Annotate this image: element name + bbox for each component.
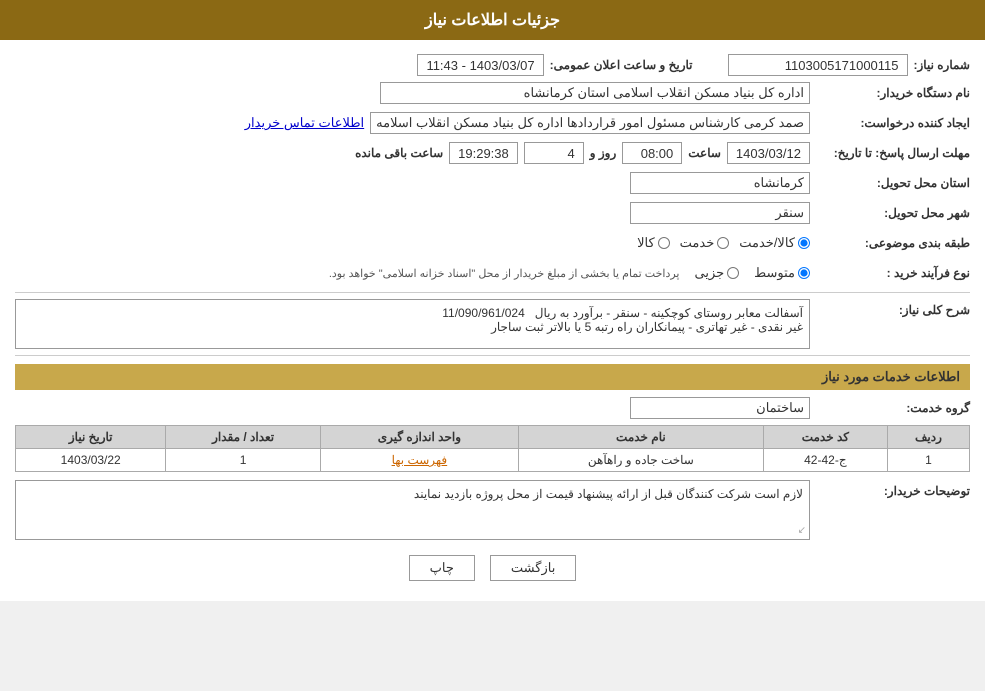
back-button[interactable]: بازگشت — [490, 555, 576, 581]
deadline-remaining-label: ساعت باقی مانده — [355, 146, 443, 160]
deadline-day-label: روز و — [590, 146, 617, 160]
table-header-date: تاریخ نیاز — [16, 426, 166, 449]
cell-quantity: 1 — [166, 449, 320, 472]
creator-label: ایجاد کننده درخواست: — [810, 116, 970, 130]
process-jozvi-option[interactable]: جزیی — [694, 265, 739, 281]
deadline-time: 08:00 — [622, 142, 682, 164]
cell-row-num: 1 — [887, 449, 969, 472]
category-kala-option[interactable]: کالا — [637, 235, 670, 251]
buyer-comments-row: توضیحات خریدار: لازم است شرکت کنندگان قب… — [15, 480, 970, 540]
process-jozvi-label: جزیی — [694, 265, 724, 281]
process-note: پرداخت تمام یا بخشی از مبلغ خریدار از مح… — [329, 267, 680, 280]
table-row: 1 ج-42-42 ساخت جاده و راهآهن فهرست بها 1… — [16, 449, 970, 472]
need-number-value: 1103005171000115 — [728, 54, 908, 76]
needs-desc-value: آسفالت معابر روستای کوچکینه - سنقر - برآ… — [15, 299, 810, 349]
category-kala-label: کالا — [637, 235, 655, 251]
deadline-label: مهلت ارسال پاسخ: تا تاریخ: — [810, 146, 970, 160]
cell-unit[interactable]: فهرست بها — [320, 449, 518, 472]
buyer-org-label: نام دستگاه خریدار: — [810, 86, 970, 100]
deadline-time-label: ساعت — [688, 146, 721, 160]
cell-service-code: ج-42-42 — [763, 449, 887, 472]
top-info-row: شماره نیاز: 1103005171000115 تاریخ و ساع… — [15, 54, 970, 76]
needs-desc-label: شرح کلی نیاز: — [810, 299, 970, 317]
needs-desc-row: شرح کلی نیاز: آسفالت معابر روستای کوچکین… — [15, 299, 970, 349]
process-label: نوع فرآیند خرید : — [810, 266, 970, 280]
category-row: طبقه بندی موضوعی: کالا/خدمت خدمت کالا — [15, 230, 970, 256]
category-kala-khadamat-label: کالا/خدمت — [739, 235, 795, 251]
deadline-days: 4 — [524, 142, 584, 164]
category-khadamat-radio[interactable] — [717, 237, 729, 249]
category-label: طبقه بندی موضوعی: — [810, 236, 970, 250]
table-header-quantity: تعداد / مقدار — [166, 426, 320, 449]
province-value: کرمانشاه — [630, 172, 810, 194]
province-label: استان محل تحویل: — [810, 176, 970, 190]
city-label: شهر محل تحویل: — [810, 206, 970, 220]
city-row: شهر محل تحویل: سنقر — [15, 200, 970, 226]
process-jozvi-radio[interactable] — [727, 267, 739, 279]
process-motevaset-label: متوسط — [754, 265, 795, 281]
table-header-service-code: کد خدمت — [763, 426, 887, 449]
buyer-comments-label: توضیحات خریدار: — [810, 480, 970, 498]
deadline-date: 1403/03/12 — [727, 142, 810, 164]
service-group-row: گروه خدمت: ساختمان — [15, 395, 970, 421]
city-value: سنقر — [630, 202, 810, 224]
category-khadamat-label: خدمت — [680, 235, 715, 251]
table-header-service-name: نام خدمت — [518, 426, 763, 449]
services-section-header: اطلاعات خدمات مورد نیاز — [15, 364, 970, 390]
contact-link[interactable]: اطلاعات تماس خریدار — [245, 115, 364, 131]
category-kala-khadamat-option[interactable]: کالا/خدمت — [739, 235, 810, 251]
deadline-remaining: 19:29:38 — [449, 142, 518, 164]
process-motevaset-radio[interactable] — [798, 267, 810, 279]
category-kala-khadamat-radio[interactable] — [798, 237, 810, 249]
category-khadamat-option[interactable]: خدمت — [680, 235, 730, 251]
service-group-label: گروه خدمت: — [810, 401, 970, 415]
province-row: استان محل تحویل: کرمانشاه — [15, 170, 970, 196]
print-button[interactable]: چاپ — [409, 555, 475, 581]
contact-info: صمد کرمی کارشناس مسئول امور قراردادها اد… — [370, 112, 810, 134]
need-number-label: شماره نیاز: — [908, 58, 970, 72]
process-row: نوع فرآیند خرید : متوسط جزیی پرداخت تمام… — [15, 260, 970, 286]
buyer-comments-value: لازم است شرکت کنندگان قبل از ارائه پیشنه… — [15, 480, 810, 540]
service-group-value: ساختمان — [630, 397, 810, 419]
buyer-org-value: اداره کل بنیاد مسکن انقلاب اسلامی استان … — [380, 82, 810, 104]
footer-buttons: بازگشت چاپ — [15, 555, 970, 581]
table-header-row-num: ردیف — [887, 426, 969, 449]
category-radio-group: کالا/خدمت خدمت کالا — [637, 235, 810, 251]
table-header-unit: واحد اندازه گیری — [320, 426, 518, 449]
deadline-row: مهلت ارسال پاسخ: تا تاریخ: 1403/03/12 سا… — [15, 140, 970, 166]
process-motevaset-option[interactable]: متوسط — [754, 265, 810, 281]
cell-date: 1403/03/22 — [16, 449, 166, 472]
creator-row: ایجاد کننده درخواست: صمد کرمی کارشناس مس… — [15, 110, 970, 136]
announcement-label: تاریخ و ساعت اعلان عمومی: — [544, 58, 693, 72]
cell-service-name: ساخت جاده و راهآهن — [518, 449, 763, 472]
buyer-org-row: نام دستگاه خریدار: اداره کل بنیاد مسکن ا… — [15, 80, 970, 106]
page-title: جزئیات اطلاعات نیاز — [425, 12, 560, 29]
page-header: جزئیات اطلاعات نیاز — [0, 0, 985, 40]
service-table: ردیف کد خدمت نام خدمت واحد اندازه گیری ت… — [15, 425, 970, 472]
category-kala-radio[interactable] — [658, 237, 670, 249]
announcement-date-value: 1403/03/07 - 11:43 — [417, 54, 543, 76]
